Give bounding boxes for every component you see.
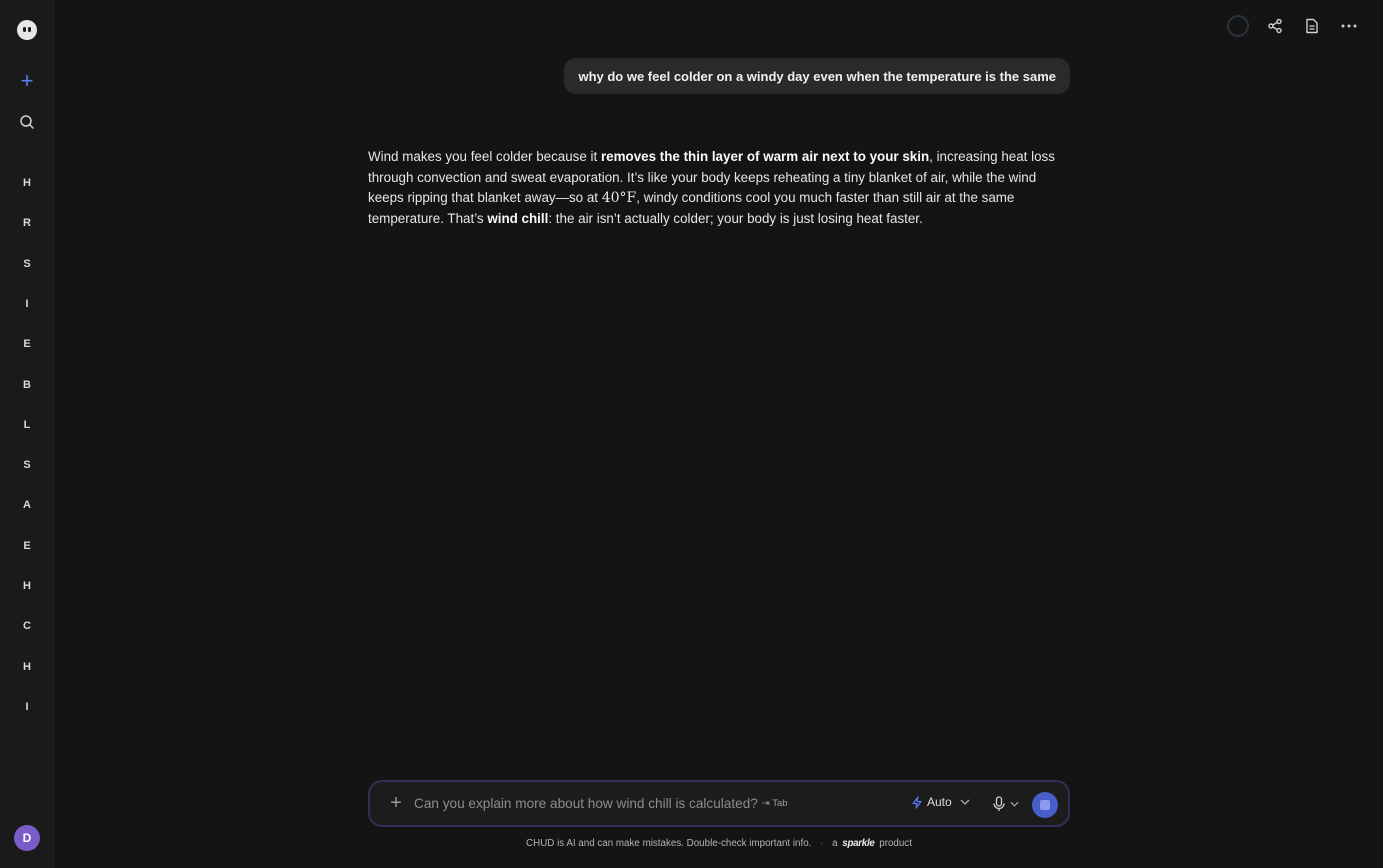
- status-ring-icon: [1227, 15, 1249, 37]
- attach-button[interactable]: +: [384, 792, 408, 816]
- footer-prefix: a: [832, 838, 838, 849]
- share-button[interactable]: [1263, 14, 1287, 38]
- brand-logo[interactable]: sparkle: [842, 838, 875, 849]
- mode-selector[interactable]: Auto: [911, 795, 970, 809]
- document-button[interactable]: [1300, 14, 1324, 38]
- bolt-icon: [912, 795, 922, 809]
- sidebar-item[interactable]: S: [15, 252, 39, 276]
- header-actions: [1226, 14, 1361, 38]
- voice-button[interactable]: [992, 794, 1028, 814]
- sidebar-item[interactable]: I: [15, 292, 39, 316]
- message-composer: + Can you explain more about how wind ch…: [368, 780, 1070, 827]
- footer: CHUD is AI and can make mistakes. Double…: [0, 838, 1383, 849]
- sidebar-item[interactable]: H: [15, 574, 39, 598]
- temperature-value: 40°F: [601, 190, 637, 206]
- answer-text: Wind makes you feel colder because it: [368, 149, 601, 164]
- sidebar-item[interactable]: E: [15, 332, 39, 356]
- mode-label: Auto: [927, 795, 952, 809]
- sidebar-item[interactable]: L: [15, 413, 39, 437]
- sidebar-item[interactable]: E: [15, 534, 39, 558]
- ghost-logo-icon[interactable]: [17, 20, 37, 40]
- stop-icon: [1040, 800, 1050, 810]
- answer-bold-text: removes the thin layer of warm air next …: [600, 149, 930, 164]
- search-button[interactable]: [15, 110, 39, 134]
- sidebar-item[interactable]: R: [15, 211, 39, 235]
- sidebar-item[interactable]: I: [15, 695, 39, 719]
- user-message-bubble: why do we feel colder on a windy day eve…: [564, 58, 1070, 94]
- answer-bold-text: wind chill: [487, 210, 549, 226]
- sidebar-item[interactable]: H: [15, 171, 39, 195]
- more-icon: [1341, 24, 1357, 28]
- chevron-down-icon: [960, 799, 970, 805]
- sidebar-item[interactable]: C: [15, 614, 39, 638]
- sidebar-item[interactable]: S: [15, 453, 39, 477]
- sidebar: + HRSIEBLSAEHCHI D: [0, 0, 54, 868]
- document-icon: [1306, 18, 1318, 34]
- plus-icon: +: [20, 68, 34, 93]
- disclaimer-text: CHUD is AI and can make mistakes. Double…: [526, 838, 812, 849]
- share-icon: [1268, 18, 1282, 34]
- answer-text: : the air isn’t actually colder; your bo…: [548, 210, 923, 226]
- plus-icon: +: [390, 792, 402, 814]
- composer-input[interactable]: Can you explain more about how wind chil…: [414, 796, 758, 811]
- sidebar-item[interactable]: H: [15, 655, 39, 679]
- microphone-icon: [993, 796, 1005, 811]
- footer-suffix: product: [879, 838, 912, 849]
- stop-button[interactable]: [1032, 792, 1058, 818]
- assistant-answer: Wind makes you feel colder because it re…: [368, 147, 1058, 229]
- status-button[interactable]: [1226, 14, 1250, 38]
- more-button[interactable]: [1337, 14, 1361, 38]
- new-chat-button[interactable]: +: [15, 69, 39, 93]
- search-icon: [20, 115, 34, 129]
- chevron-down-icon: [1010, 801, 1019, 807]
- tab-hint: ⇥ Tab: [761, 798, 788, 809]
- sidebar-item[interactable]: B: [15, 373, 39, 397]
- sidebar-item[interactable]: A: [15, 493, 39, 517]
- separator: ·: [820, 838, 824, 849]
